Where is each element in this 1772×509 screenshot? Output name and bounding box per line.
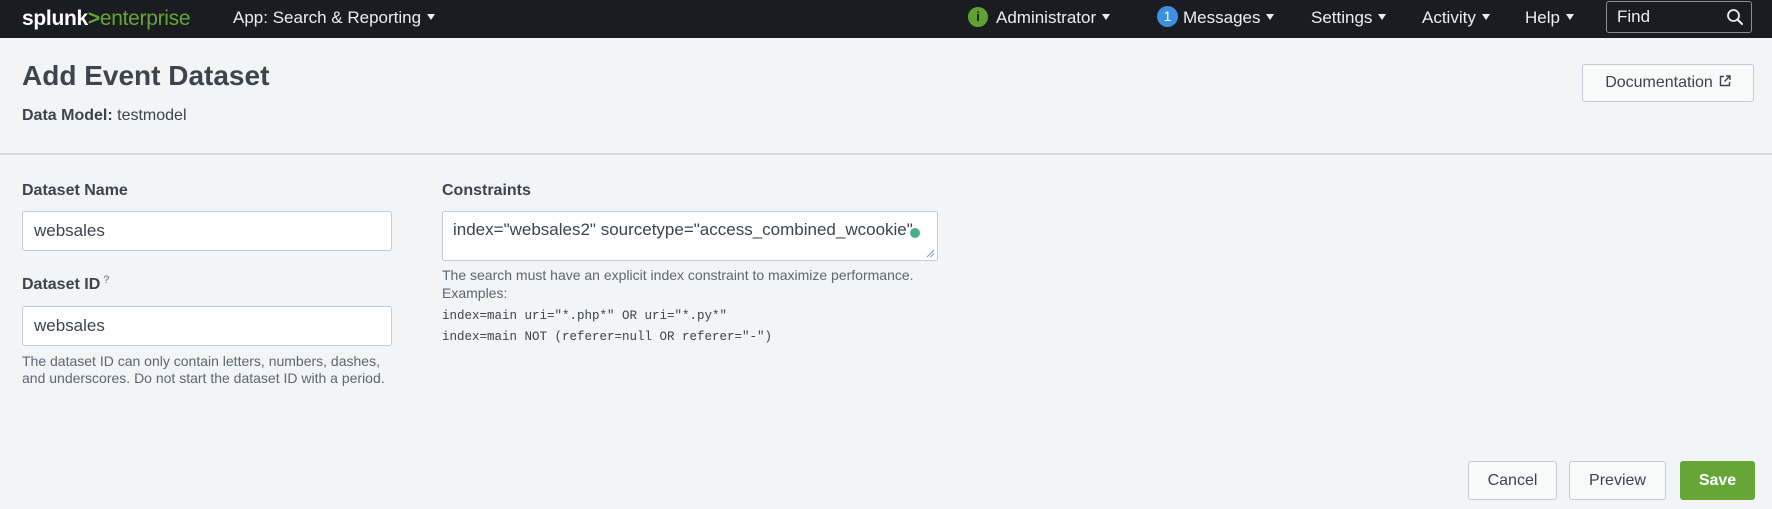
header-divider (0, 153, 1772, 155)
user-menu-label: Administrator (996, 8, 1097, 27)
constraints-field[interactable] (442, 211, 938, 261)
activity-menu-label: Activity (1422, 8, 1476, 27)
info-status-icon: i (968, 6, 988, 27)
constraints-label: Constraints (442, 182, 531, 199)
caret-down-icon (427, 13, 436, 20)
top-navigation-bar: splunk>enterprise App: Search & Reportin… (0, 0, 1772, 38)
dataset-name-label: Dataset Name (22, 182, 128, 199)
dataset-id-input[interactable] (22, 306, 392, 346)
find-search-box[interactable] (1606, 1, 1752, 33)
resize-grip-icon[interactable] (925, 248, 935, 258)
external-link-icon (1719, 75, 1731, 86)
constraints-textarea[interactable] (443, 212, 937, 260)
preview-button[interactable]: Preview (1569, 461, 1666, 500)
messages-menu[interactable]: 1 Messages (1157, 0, 1275, 38)
data-model-info: Data Model: testmodel (22, 107, 187, 125)
logo-separator: > (87, 7, 100, 30)
dataset-id-help-text: The dataset ID can only contain letters,… (22, 353, 385, 386)
text-cursor-indicator (910, 228, 920, 238)
caret-down-icon (1481, 13, 1490, 20)
cancel-button[interactable]: Cancel (1468, 461, 1557, 500)
data-model-value: testmodel (117, 107, 187, 124)
constraints-help-text: The search must have an explicit index c… (442, 267, 914, 283)
documentation-label: Documentation (1605, 74, 1713, 91)
example-code-line: index=main NOT (referer=null OR referer=… (442, 330, 773, 344)
user-menu[interactable]: i Administrator (968, 0, 1111, 38)
examples-label: Examples: (442, 285, 508, 301)
caret-down-icon (1378, 13, 1387, 20)
search-icon[interactable] (1726, 8, 1744, 26)
logo-brand: splunk (22, 7, 88, 30)
dataset-id-label-group: Dataset ID? (22, 274, 109, 294)
find-input[interactable] (1607, 2, 1735, 32)
messages-count-badge: 1 (1157, 6, 1178, 28)
data-model-label: Data Model: (22, 107, 113, 124)
app-menu[interactable]: App: Search & Reporting (233, 0, 436, 38)
logo-product: enterprise (99, 7, 191, 30)
settings-menu-label: Settings (1311, 8, 1373, 27)
help-menu-label: Help (1525, 8, 1560, 27)
dataset-name-input[interactable] (22, 211, 392, 251)
documentation-button[interactable]: Documentation (1582, 64, 1754, 102)
page-title: Add Event Dataset (22, 60, 270, 91)
settings-menu[interactable]: Settings (1311, 0, 1387, 38)
help-menu[interactable]: Help (1525, 0, 1574, 38)
caret-down-icon (1565, 13, 1574, 20)
caret-down-icon (1266, 13, 1275, 20)
messages-menu-label: Messages (1183, 8, 1261, 27)
dataset-id-help-icon[interactable]: ? (103, 274, 109, 286)
caret-down-icon (1102, 13, 1111, 20)
activity-menu[interactable]: Activity (1422, 0, 1490, 38)
app-menu-label: App: Search & Reporting (233, 8, 422, 27)
dataset-id-label: Dataset ID (22, 276, 101, 293)
splunk-enterprise-logo[interactable]: splunk>enterprise (22, 7, 191, 31)
example-code-line: index=main uri="*.php*" OR uri="*.py*" (442, 309, 728, 323)
save-button[interactable]: Save (1680, 461, 1755, 500)
